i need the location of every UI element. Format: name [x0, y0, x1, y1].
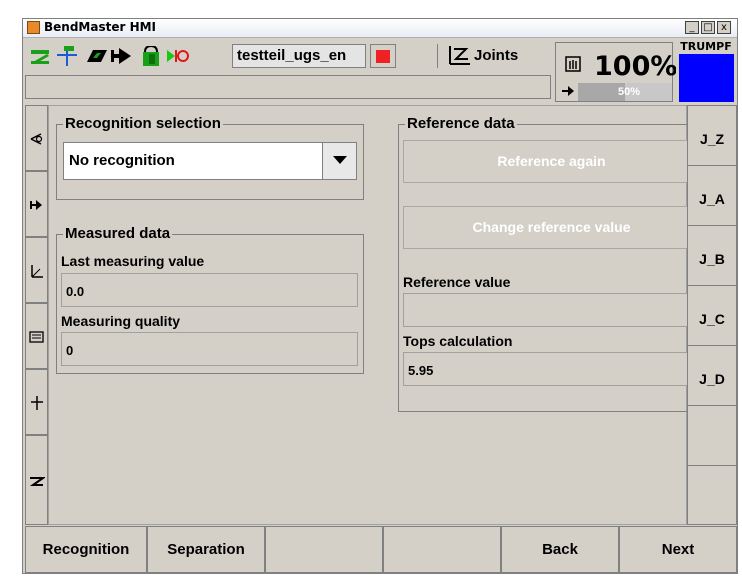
- last-measuring-value-field: 0.0: [61, 273, 358, 307]
- measured-data-group: Measured data Last measuring value 0.0 M…: [56, 225, 364, 374]
- last-measuring-value-label: Last measuring value: [61, 253, 205, 269]
- chevron-down-icon: [333, 156, 347, 164]
- axis-nav-button[interactable]: [25, 369, 48, 435]
- recognition-selection-group: Recognition selection No recognition: [56, 115, 364, 200]
- hand-icon: [565, 56, 581, 72]
- reference-again-button[interactable]: Reference again: [403, 140, 700, 183]
- main-panel: Recognition selection No recognition Mea…: [48, 105, 705, 525]
- joint-button-jb[interactable]: J_B: [687, 225, 737, 291]
- signal-icon[interactable]: [165, 46, 189, 66]
- close-button[interactable]: x: [717, 21, 731, 34]
- recognition-select[interactable]: No recognition: [63, 142, 357, 180]
- joint-button-empty-1[interactable]: [687, 405, 737, 471]
- joint-button-jc[interactable]: J_C: [687, 285, 737, 351]
- bottom-softkey-bar: Recognition Separation Back Next: [25, 526, 737, 573]
- tool-icon[interactable]: [85, 46, 109, 66]
- override-secondary-percent: 50%: [618, 86, 641, 98]
- joint-button-ja[interactable]: J_A: [687, 165, 737, 231]
- bend-icon: [29, 477, 45, 486]
- reference-data-title: Reference data: [405, 115, 517, 132]
- axis-icon[interactable]: [55, 46, 79, 66]
- left-nav: [25, 105, 48, 525]
- recognition-button[interactable]: Recognition: [25, 526, 147, 573]
- arrow-right-icon[interactable]: [111, 46, 135, 66]
- brand-panel: TRUMPF: [676, 40, 736, 102]
- title-bar: BendMaster HMI _ □ x: [23, 19, 737, 38]
- recognition-selection-title: Recognition selection: [63, 115, 223, 132]
- part-name-field[interactable]: testteil_ugs_en: [232, 44, 366, 68]
- measured-data-title: Measured data: [63, 225, 173, 242]
- softkey-empty-2[interactable]: [383, 526, 501, 573]
- eye-nav-icon: [30, 133, 43, 145]
- bend-mode-icon[interactable]: [29, 46, 53, 66]
- tops-calculation-label: Tops calculation: [403, 333, 513, 349]
- dropdown-arrow-button[interactable]: [322, 143, 356, 179]
- coordinate-nav-button[interactable]: [25, 237, 48, 303]
- window-title: BendMaster HMI: [44, 20, 157, 34]
- tops-calculation-field: 5.95: [403, 352, 700, 386]
- coordinate-icon: [31, 265, 43, 278]
- bend-nav-button[interactable]: [25, 435, 48, 525]
- plus-axis-icon: [31, 396, 43, 410]
- change-reference-value-button[interactable]: Change reference value: [403, 206, 700, 249]
- step-nav-button[interactable]: [25, 171, 48, 237]
- measuring-quality-label: Measuring quality: [61, 313, 181, 329]
- list-nav-button[interactable]: [25, 303, 48, 369]
- joint-button-jz[interactable]: J_Z: [687, 105, 737, 171]
- brand-logo: TRUMPF: [680, 40, 732, 53]
- softkey-empty-1[interactable]: [265, 526, 383, 573]
- joint-nav: J_Z J_A J_B J_C J_D: [687, 105, 737, 525]
- joints-button[interactable]: Joints: [437, 44, 553, 68]
- toolbar: testteil_ugs_en Joints: [25, 40, 553, 71]
- reference-data-group: Reference data Reference again Change re…: [398, 115, 705, 412]
- minimize-button[interactable]: _: [685, 21, 699, 34]
- app-icon: [27, 21, 40, 34]
- grip-icon[interactable]: [139, 44, 163, 66]
- stop-icon: [376, 50, 390, 63]
- joints-icon: [449, 46, 470, 65]
- measuring-quality-field: 0: [61, 332, 358, 366]
- override-main-percent: 100%: [594, 51, 678, 82]
- maximize-button[interactable]: □: [701, 21, 715, 34]
- reference-value-label: Reference value: [403, 274, 511, 290]
- joint-button-empty-2[interactable]: [687, 465, 737, 525]
- step-arrow-icon: [562, 86, 574, 96]
- list-icon: [29, 331, 44, 343]
- separation-button[interactable]: Separation: [147, 526, 265, 573]
- next-button[interactable]: Next: [619, 526, 737, 573]
- eye-nav-button[interactable]: [25, 105, 48, 171]
- stop-button[interactable]: [370, 44, 396, 68]
- back-button[interactable]: Back: [501, 526, 619, 573]
- main-window: BendMaster HMI _ □ x testteil_ugs_en Joi…: [22, 18, 738, 574]
- speed-override-panel[interactable]: 100% 50%: [555, 42, 677, 102]
- recognition-select-value: No recognition: [69, 152, 175, 169]
- step-arrow-nav-icon: [30, 200, 42, 210]
- reference-value-field: [403, 293, 700, 327]
- joint-button-jd[interactable]: J_D: [687, 345, 737, 411]
- brand-color-block: [679, 54, 734, 102]
- joints-label: Joints: [474, 47, 519, 64]
- status-bar: [25, 75, 551, 99]
